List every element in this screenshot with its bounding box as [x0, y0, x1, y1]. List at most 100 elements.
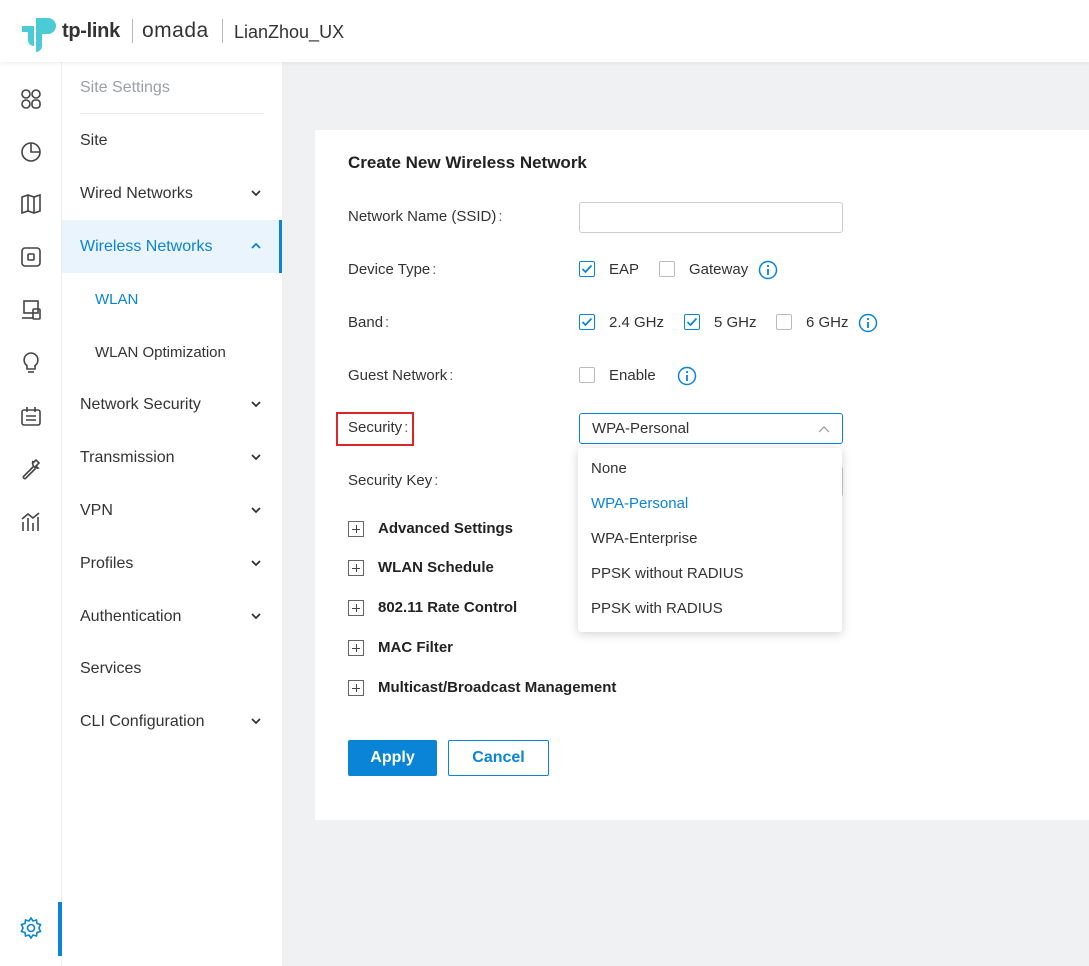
- device-type-label-text: Device Type: [348, 261, 431, 278]
- chevron-down-icon: [251, 613, 261, 620]
- security-select[interactable]: WPA-Personal: [579, 413, 843, 444]
- info-icon[interactable]: [858, 313, 878, 333]
- gateway-label: Gateway: [689, 261, 749, 278]
- subnav-title: Site Settings: [80, 79, 170, 96]
- mac-filter-expander[interactable]: MAC Filter: [348, 639, 453, 656]
- dropdown-option-ppsk-with-radius[interactable]: PPSK with RADIUS: [578, 591, 842, 626]
- security-select-value: WPA-Personal: [592, 420, 690, 437]
- product-name: omada: [142, 19, 209, 42]
- page-title: Create New Wireless Network: [348, 153, 587, 172]
- tp-link-logo-icon[interactable]: [20, 14, 56, 52]
- nav-item-wireless-networks[interactable]: Wireless Networks: [62, 220, 282, 273]
- security-key-label-text: Security Key: [348, 472, 433, 489]
- band-5ghz-checkbox[interactable]: [684, 314, 700, 330]
- clients-icon[interactable]: [18, 297, 44, 323]
- guest-network-label: Guest Network:: [348, 367, 453, 384]
- chevron-up-icon: [818, 426, 830, 433]
- reports-icon[interactable]: [18, 509, 44, 535]
- devices-icon[interactable]: [18, 244, 44, 270]
- band-6ghz-checkbox[interactable]: [776, 314, 792, 330]
- multicast-broadcast-expander[interactable]: Multicast/Broadcast Management: [348, 679, 616, 696]
- nav-item-label: Authentication: [80, 607, 182, 625]
- ssid-label: Network Name (SSID):: [348, 208, 503, 225]
- nav-item-network-security[interactable]: Network Security: [62, 378, 282, 431]
- nav-item-wlan[interactable]: WLAN: [62, 273, 282, 326]
- statistics-icon[interactable]: [18, 139, 44, 165]
- ssid-input[interactable]: [579, 202, 843, 233]
- map-icon[interactable]: [18, 191, 44, 217]
- label-colon: :: [385, 314, 390, 331]
- info-icon[interactable]: [758, 260, 778, 280]
- brand-name: tp-link: [62, 20, 120, 42]
- band-5ghz-label: 5 GHz: [714, 314, 757, 331]
- label-colon: :: [498, 208, 503, 225]
- icon-rail: [0, 62, 62, 966]
- advanced-settings-expander[interactable]: Advanced Settings: [348, 520, 513, 537]
- expander-label: MAC Filter: [378, 639, 453, 656]
- band-label-text: Band: [348, 314, 384, 331]
- header-separator: [222, 19, 223, 43]
- dashboard-icon[interactable]: [18, 86, 44, 112]
- cancel-button[interactable]: Cancel: [448, 740, 549, 776]
- check-icon: [686, 317, 698, 327]
- settings-icon[interactable]: [18, 915, 44, 941]
- logs-icon[interactable]: [18, 403, 44, 429]
- nav-item-authentication[interactable]: Authentication: [62, 590, 282, 643]
- guest-enable-label: Enable: [609, 367, 656, 384]
- plus-icon: [348, 520, 364, 537]
- chevron-down-icon: [251, 560, 261, 567]
- dropdown-option-ppsk-without-radius[interactable]: PPSK without RADIUS: [578, 556, 842, 591]
- expander-label: 802.11 Rate Control: [378, 599, 518, 616]
- plus-icon: [348, 559, 364, 576]
- check-icon: [581, 264, 593, 274]
- nav-item-label: Wireless Networks: [80, 237, 213, 255]
- nav-item-services[interactable]: Services: [62, 642, 282, 695]
- nav-item-label: CLI Configuration: [80, 712, 205, 730]
- chevron-down-icon: [251, 190, 261, 197]
- nav-item-vpn[interactable]: VPN: [62, 484, 282, 537]
- expander-label: WLAN Schedule: [378, 559, 494, 576]
- chevron-down-icon: [251, 507, 261, 514]
- dropdown-option-wpa-personal[interactable]: WPA-Personal: [578, 486, 842, 521]
- nav-item-transmission[interactable]: Transmission: [62, 431, 282, 484]
- security-dropdown-menu: None WPA-Personal WPA-Enterprise PPSK wi…: [578, 448, 842, 632]
- nav-item-wlan-optimization[interactable]: WLAN Optimization: [62, 326, 282, 379]
- tools-icon[interactable]: [18, 456, 44, 482]
- info-icon[interactable]: [677, 366, 697, 386]
- nav-item-profiles[interactable]: Profiles: [62, 537, 282, 590]
- nav-item-wired-networks[interactable]: Wired Networks: [62, 167, 282, 220]
- security-label-text: Security: [348, 419, 403, 436]
- nav-item-label: Transmission: [80, 448, 175, 466]
- nav-item-label: WLAN: [95, 291, 139, 308]
- nav-item-cli-configuration[interactable]: CLI Configuration: [62, 695, 282, 748]
- band-24ghz-checkbox[interactable]: [579, 314, 595, 330]
- ssid-label-text: Network Name (SSID): [348, 208, 497, 225]
- top-header: tp-link omada LianZhou_UX: [0, 0, 1089, 62]
- device-type-label: Device Type:: [348, 261, 436, 278]
- label-colon: :: [434, 472, 439, 489]
- chevron-down-icon: [251, 401, 261, 408]
- guest-enable-checkbox[interactable]: [579, 367, 595, 383]
- plus-icon: [348, 639, 364, 656]
- check-icon: [581, 317, 593, 327]
- chevron-up-icon: [251, 242, 261, 249]
- security-label: Security:: [348, 419, 408, 436]
- rate-control-expander[interactable]: 802.11 Rate Control: [348, 599, 517, 616]
- guest-label-text: Guest Network: [348, 367, 448, 384]
- nav-item-label: Network Security: [80, 395, 201, 413]
- expander-label: Multicast/Broadcast Management: [378, 679, 617, 696]
- nav-item-label: Site: [80, 131, 108, 149]
- dropdown-option-wpa-enterprise[interactable]: WPA-Enterprise: [578, 521, 842, 556]
- nav-item-label: Wired Networks: [80, 184, 193, 202]
- dropdown-option-none[interactable]: None: [578, 451, 842, 486]
- plus-icon: [348, 599, 364, 616]
- site-selector[interactable]: LianZhou_UX: [234, 22, 344, 43]
- chevron-down-icon: [251, 454, 261, 461]
- apply-button[interactable]: Apply: [348, 740, 437, 776]
- nav-item-label: Services: [80, 659, 142, 677]
- gateway-checkbox[interactable]: [659, 261, 675, 277]
- insights-icon[interactable]: [18, 350, 44, 376]
- wlan-schedule-expander[interactable]: WLAN Schedule: [348, 559, 494, 576]
- eap-checkbox[interactable]: [579, 261, 595, 277]
- nav-item-site[interactable]: Site: [62, 114, 282, 167]
